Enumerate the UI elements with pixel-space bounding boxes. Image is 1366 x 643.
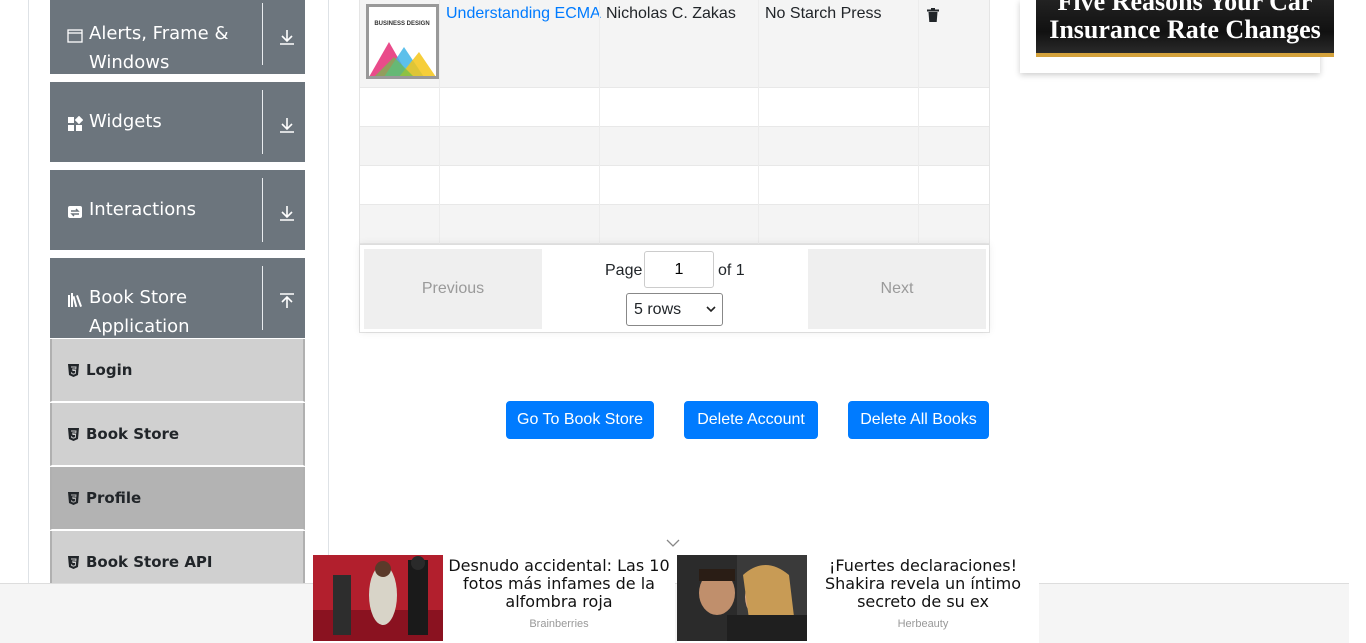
cover-title: BUSINESS DESIGN bbox=[374, 21, 430, 27]
ad-banner-image: Five Reasons Your Car Insurance Rate Cha… bbox=[1036, 0, 1334, 57]
table-row bbox=[360, 127, 989, 166]
divider bbox=[262, 178, 263, 242]
table-row: BUSINESS DESIGN Understanding ECMAScript… bbox=[360, 0, 989, 88]
divider bbox=[262, 90, 263, 154]
page-label: Page bbox=[605, 262, 643, 279]
column-divider bbox=[599, 0, 600, 244]
chevron-down-icon bbox=[706, 306, 716, 313]
ad-source: Brainberries bbox=[529, 618, 589, 630]
cover-art bbox=[369, 42, 436, 76]
trash-icon[interactable] bbox=[927, 8, 939, 22]
ad-banner-top[interactable]: Five Reasons Your Car Insurance Rate Cha… bbox=[1020, 0, 1334, 73]
interactions-icon bbox=[68, 206, 82, 218]
ad-title: Desnudo accidental: Las 10 fotos más inf… bbox=[448, 556, 670, 611]
html5-icon bbox=[68, 492, 79, 505]
ad-banner-text: Five Reasons Your Car Insurance Rate Cha… bbox=[1049, 0, 1321, 44]
books-table: BUSINESS DESIGN Understanding ECMAScript… bbox=[359, 0, 990, 333]
go-to-book-store-button[interactable]: Go To Book Store bbox=[506, 401, 654, 439]
sidebar-group-label: Widgets bbox=[89, 111, 162, 132]
download-arrow-icon[interactable] bbox=[278, 204, 296, 222]
upload-arrow-icon[interactable] bbox=[278, 292, 296, 310]
sidebar-item-profile[interactable]: Profile bbox=[50, 467, 305, 530]
ad-thumbnail bbox=[313, 555, 443, 641]
sidebar-item-label: Book Store bbox=[86, 425, 180, 443]
column-divider bbox=[918, 0, 919, 244]
delete-all-books-button[interactable]: Delete All Books bbox=[848, 401, 989, 439]
html5-icon bbox=[68, 556, 79, 569]
scrollbar-track[interactable] bbox=[1349, 0, 1366, 643]
rows-per-page-select[interactable]: 5 rows bbox=[626, 293, 723, 326]
pagination-bar: Previous Page of 1 5 rows Next bbox=[360, 244, 989, 332]
book-publisher: No Starch Press bbox=[765, 5, 882, 22]
previous-button[interactable]: Previous bbox=[364, 249, 542, 329]
sidebar-group-book-store-application[interactable]: Book Store Application bbox=[50, 258, 305, 338]
ad-thumbnail bbox=[677, 555, 807, 641]
divider bbox=[262, 3, 263, 65]
download-arrow-icon[interactable] bbox=[278, 28, 296, 46]
ad-title: ¡Fuertes declaraciones! Shakira revela u… bbox=[824, 556, 1022, 611]
column-divider bbox=[758, 0, 759, 244]
sidebar-group-alerts[interactable]: Alerts, Frame & Windows bbox=[50, 0, 305, 74]
page-number-input[interactable] bbox=[644, 251, 714, 288]
page-total-label: of 1 bbox=[718, 262, 745, 279]
sidebar-group-label: Alerts, Frame & Windows bbox=[89, 23, 229, 73]
sidebar-group-interactions[interactable]: Interactions bbox=[50, 170, 305, 250]
rows-per-page-value: 5 rows bbox=[634, 301, 682, 318]
sidebar-item-label: Book Store API bbox=[86, 553, 213, 571]
ad-card[interactable]: Desnudo accidental: Las 10 fotos más inf… bbox=[313, 555, 675, 643]
table-row bbox=[360, 205, 989, 244]
ad-source: Herbeauty bbox=[897, 618, 949, 630]
sidebar-group-label: Interactions bbox=[89, 199, 197, 220]
sidebar-item-label: Login bbox=[86, 361, 133, 379]
delete-account-button[interactable]: Delete Account bbox=[684, 401, 818, 439]
html5-icon bbox=[68, 428, 79, 441]
ad-card[interactable]: ¡Fuertes declaraciones! Shakira revela u… bbox=[677, 555, 1039, 643]
divider bbox=[262, 266, 263, 330]
sidebar-group-label: Book Store Application bbox=[89, 287, 190, 337]
chevron-down-icon[interactable] bbox=[666, 538, 680, 548]
sidebar-item-label: Profile bbox=[86, 489, 142, 507]
html5-icon bbox=[68, 364, 79, 377]
widgets-icon bbox=[68, 116, 83, 131]
book-cover-image[interactable]: BUSINESS DESIGN bbox=[366, 4, 439, 79]
library-icon bbox=[68, 293, 82, 308]
sidebar-item-login[interactable]: Login bbox=[50, 339, 305, 402]
column-divider bbox=[439, 0, 440, 244]
sidebar-item-book-store[interactable]: Book Store bbox=[50, 403, 305, 466]
book-author: Nicholas C. Zakas bbox=[606, 5, 736, 22]
window-icon bbox=[67, 29, 83, 43]
book-title-link[interactable]: Understanding ECMAScript 6 bbox=[446, 5, 601, 23]
table-row bbox=[360, 166, 989, 205]
table-row bbox=[360, 88, 989, 127]
sidebar-group-widgets[interactable]: Widgets bbox=[50, 82, 305, 162]
next-button[interactable]: Next bbox=[808, 249, 986, 329]
download-arrow-icon[interactable] bbox=[278, 116, 296, 134]
